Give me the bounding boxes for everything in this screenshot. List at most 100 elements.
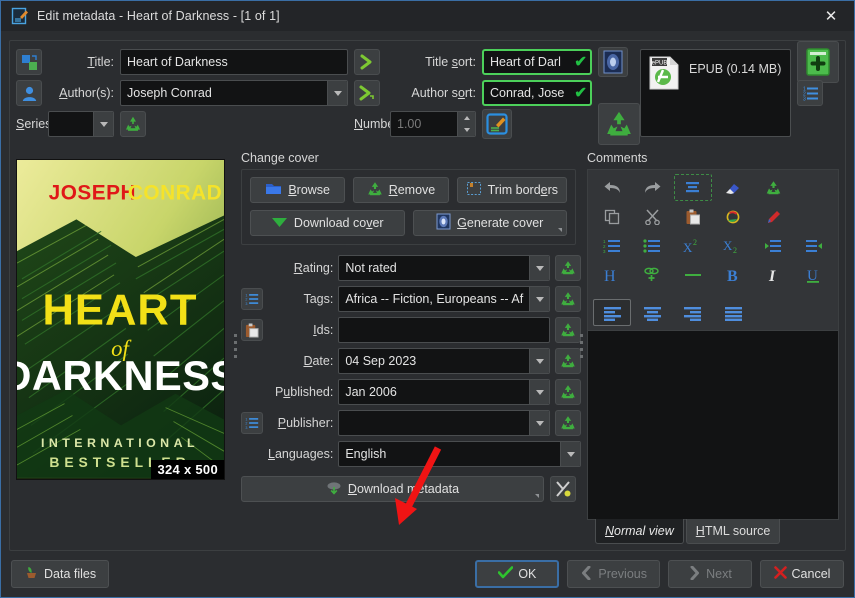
cover-splitter[interactable]: [230, 147, 241, 544]
cover-preview[interactable]: JOSEPH CONRAD HEART of DARKNESS INTERNAT…: [16, 159, 225, 480]
remove-formatting-icon[interactable]: [673, 174, 712, 201]
download-metadata-row: Download metadata: [241, 476, 576, 502]
svg-text:3: 3: [245, 302, 247, 306]
tags-dropdown-arrow[interactable]: [529, 287, 550, 311]
paste-icon[interactable]: [674, 203, 712, 230]
heading-icon[interactable]: H: [593, 261, 631, 288]
comments-view-tabs: Normal view HTML source: [587, 519, 839, 544]
languages-input[interactable]: English: [338, 441, 582, 467]
series-reset-button[interactable]: [120, 111, 146, 137]
background-color-icon[interactable]: [714, 203, 752, 230]
series-number-stepper[interactable]: [457, 112, 475, 136]
manage-publishers-button[interactable]: 1 2 3: [241, 412, 263, 434]
remove-format-button[interactable]: [598, 103, 640, 145]
superscript-icon[interactable]: X 2: [674, 232, 712, 259]
generate-cover-button[interactable]: Generate cover: [412, 210, 567, 236]
unordered-list-icon[interactable]: [633, 232, 671, 259]
toolbar-spacer-2: [795, 203, 833, 230]
author-sort-input[interactable]: Conrad, Jose ✔: [482, 80, 592, 106]
underline-icon[interactable]: U: [795, 261, 833, 288]
manage-authors-button[interactable]: [16, 80, 42, 106]
comments-toolbar-align-row: [587, 295, 839, 330]
rating-dropdown-arrow[interactable]: [529, 256, 550, 280]
date-dropdown-arrow[interactable]: [529, 349, 550, 373]
recycle-icon[interactable]: [754, 174, 792, 201]
languages-dropdown-arrow[interactable]: [560, 442, 581, 466]
date-input[interactable]: 04 Sep 2023: [338, 348, 551, 374]
horizontal-rule-icon[interactable]: [674, 261, 712, 288]
generate-cover-preview-button[interactable]: [598, 47, 628, 77]
title-input[interactable]: Heart of Darkness: [120, 49, 348, 75]
ordered-list-icon[interactable]: 1 2 3: [593, 232, 631, 259]
manage-series-button[interactable]: 1 2 3: [797, 80, 823, 106]
download-arrow-icon: [271, 215, 288, 232]
subscript-icon[interactable]: X 2: [714, 232, 752, 259]
cancel-label: Cancel: [791, 567, 831, 581]
undo-icon[interactable]: [593, 174, 631, 201]
published-input[interactable]: Jan 2006: [338, 379, 551, 405]
svg-text:2: 2: [693, 238, 697, 247]
published-dropdown-arrow[interactable]: [529, 380, 550, 404]
bold-icon[interactable]: B: [714, 261, 752, 288]
publisher-dropdown-arrow[interactable]: [529, 411, 550, 435]
formats-list[interactable]: ePUB EPUB (0.14 MB): [640, 49, 791, 137]
close-icon[interactable]: ✕: [808, 1, 854, 32]
author-to-sort-button[interactable]: [354, 80, 380, 106]
authors-dropdown-arrow[interactable]: [327, 81, 347, 105]
add-format-button[interactable]: [797, 41, 839, 83]
copy-icon[interactable]: [593, 203, 631, 230]
foreground-color-icon[interactable]: [754, 203, 792, 230]
publisher-input[interactable]: [338, 410, 551, 436]
title-to-sort-button[interactable]: [354, 49, 380, 75]
download-cover-button[interactable]: Download cover: [250, 210, 405, 236]
title-sort-input[interactable]: Heart of Darl ✔: [482, 49, 592, 75]
content-frame: Title: Heart of Darkness Title sort: Hea…: [9, 40, 846, 551]
swap-title-author-button[interactable]: [16, 49, 42, 75]
configure-metadata-download-button[interactable]: [550, 476, 576, 502]
ok-button[interactable]: OK: [475, 560, 560, 588]
align-left-icon[interactable]: [593, 299, 632, 326]
cancel-button[interactable]: Cancel: [760, 560, 844, 588]
outdent-icon[interactable]: [795, 232, 833, 259]
comments-splitter[interactable]: [576, 147, 587, 544]
rating-input[interactable]: Not rated: [338, 255, 551, 281]
align-right-icon[interactable]: [674, 299, 712, 326]
tags-input[interactable]: Africa -- Fiction, Europeans -- Af: [338, 286, 551, 312]
tab-html-source[interactable]: HTML source: [685, 519, 781, 544]
download-metadata-button[interactable]: Download metadata: [241, 476, 544, 502]
svg-text:I: I: [768, 268, 776, 284]
middle-column: Change cover Browse Remove Trim borders …: [241, 147, 582, 544]
next-button[interactable]: Next: [668, 560, 752, 588]
published-value: Jan 2006: [345, 385, 397, 399]
tab-normal-view-label: Normal view: [605, 524, 674, 538]
align-center-icon[interactable]: [633, 299, 671, 326]
tab-normal-view[interactable]: Normal view: [595, 519, 684, 544]
insert-link-icon[interactable]: [633, 261, 671, 288]
svg-text:2: 2: [733, 246, 737, 254]
author-sort-label: Author sort:: [411, 86, 476, 100]
data-files-button[interactable]: Data files: [11, 560, 110, 588]
paste-ids-button[interactable]: [241, 319, 263, 341]
edit-book-button[interactable]: [482, 109, 512, 139]
align-justify-icon[interactable]: [714, 299, 752, 326]
manage-tags-button[interactable]: 1 2 3: [241, 288, 263, 310]
authors-input[interactable]: Joseph Conrad: [120, 80, 348, 106]
redo-icon[interactable]: [633, 174, 671, 201]
indent-icon[interactable]: [754, 232, 792, 259]
comments-editor[interactable]: [587, 330, 839, 520]
italic-icon[interactable]: I: [754, 261, 792, 288]
erase-icon[interactable]: [714, 174, 752, 201]
previous-button[interactable]: Previous: [567, 560, 660, 588]
browse-cover-button[interactable]: Browse: [250, 177, 346, 203]
generate-cover-menu-arrow[interactable]: [558, 228, 562, 232]
cut-icon[interactable]: [633, 203, 671, 230]
edit-metadata-icon: [11, 7, 29, 25]
trim-borders-button[interactable]: Trim borders: [456, 177, 568, 203]
ids-input[interactable]: [338, 317, 551, 343]
rating-value: Not rated: [345, 261, 397, 275]
series-number-input[interactable]: 1.00: [390, 111, 476, 137]
download-cloud-icon: [326, 481, 342, 498]
remove-cover-button[interactable]: Remove: [353, 177, 449, 203]
series-input[interactable]: [48, 111, 114, 137]
series-dropdown-arrow[interactable]: [93, 112, 113, 136]
